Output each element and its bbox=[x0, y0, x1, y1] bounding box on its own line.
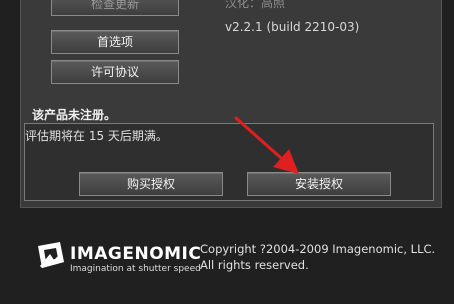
copyright-block: Copyright ?2004-2009 Imagenomic, LLC. Al… bbox=[200, 241, 435, 273]
copyright-text: Copyright ?2004-2009 Imagenomic, LLC. bbox=[200, 242, 436, 256]
brand-name: IMAGENOMIC bbox=[70, 244, 202, 264]
brand-tagline: Imagination at shutter speed bbox=[70, 264, 201, 274]
imagenomic-logo-icon bbox=[38, 242, 64, 268]
rights-text: All rights reserved. bbox=[200, 258, 309, 272]
